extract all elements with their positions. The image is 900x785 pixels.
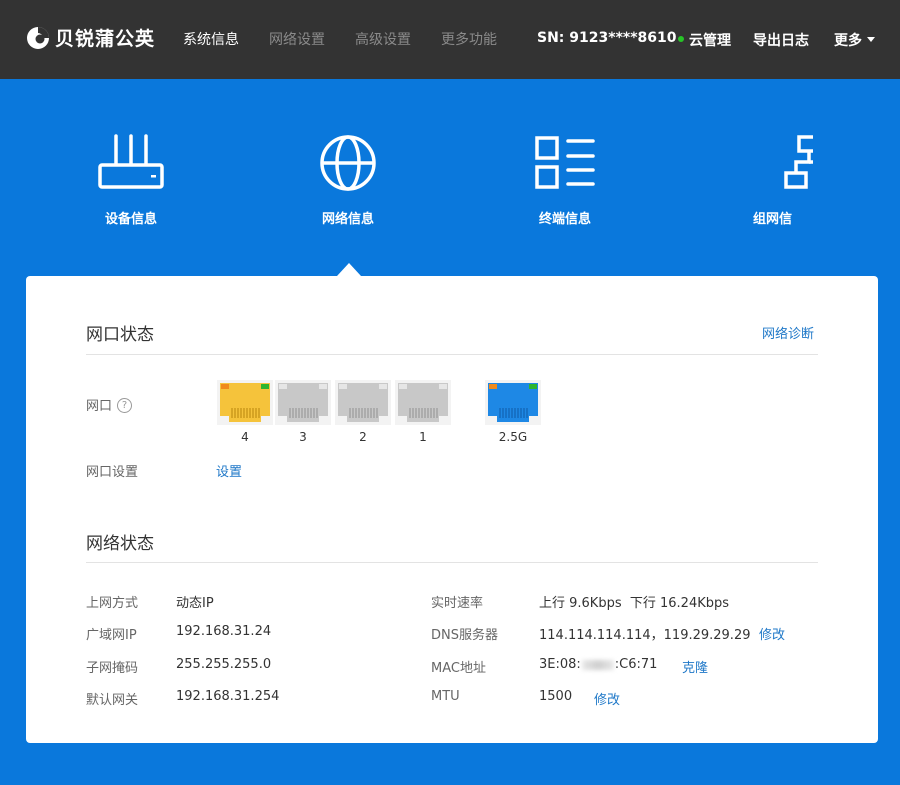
export-log-button[interactable]: 导出日志	[753, 30, 809, 50]
network-info-card: 网口状态 网络诊断 网口? 4 3 2 1 2.5G 网口设置 设置 网络状态 …	[26, 276, 878, 743]
mac-clone-link[interactable]: 克隆	[682, 657, 708, 676]
sn-value: 9123****8610	[569, 30, 677, 46]
globe-icon	[320, 135, 376, 191]
cloud-label: 云管理	[689, 33, 731, 49]
nav-network-settings[interactable]: 网络设置	[269, 29, 325, 49]
port-settings-link[interactable]: 设置	[216, 461, 242, 480]
dns-server-label: DNS服务器	[431, 628, 498, 643]
connection-type-label: 上网方式	[86, 596, 139, 611]
caret-down-icon	[867, 36, 875, 42]
ethernet-port-2[interactable]	[335, 380, 391, 425]
brand-logo[interactable]: 贝锐蒲公英	[26, 24, 155, 51]
ethernet-port-2-5g[interactable]	[485, 380, 541, 425]
nav-system-info[interactable]: 系统信息	[183, 29, 239, 49]
feature-terminal-info[interactable]: 终端信息	[505, 132, 625, 227]
top-header: 贝锐蒲公英 系统信息 网络设置 高级设置 更多功能 SN: 9123****86…	[0, 0, 900, 79]
port-number: 2.5G	[498, 430, 528, 444]
logo-icon	[27, 26, 49, 49]
realtime-speed-label: 实时速率	[431, 596, 484, 611]
port-label-text: 网口	[86, 399, 113, 414]
list-icon	[535, 136, 595, 189]
feature-label: 组网信	[753, 212, 793, 227]
port-status-title: 网口状态	[86, 325, 154, 345]
default-gateway-label: 默认网关	[86, 693, 139, 708]
feature-device-info[interactable]: 设备信息	[71, 132, 191, 227]
network-diagnose-link[interactable]: 网络诊断	[762, 323, 814, 342]
nav-more-features[interactable]: 更多功能	[441, 29, 497, 49]
dns-edit-link[interactable]: 修改	[759, 624, 785, 643]
port-settings-label: 网口设置	[86, 465, 139, 480]
ethernet-port-1[interactable]	[395, 380, 451, 425]
ethernet-port-4[interactable]	[217, 380, 273, 425]
dns-server-value: 114.114.114.114，119.29.29.29	[539, 628, 751, 643]
brand-name: 贝锐蒲公英	[55, 28, 156, 50]
nav-advanced-settings[interactable]: 高级设置	[355, 29, 411, 49]
cloud-status-dot	[678, 36, 684, 42]
port-number: 1	[419, 430, 427, 444]
wan-ip-label: 广域网IP	[86, 628, 137, 643]
network-topology-icon	[784, 135, 813, 189]
subnet-mask-value: 255.255.255.0	[176, 657, 272, 672]
card-pointer	[337, 263, 361, 276]
feature-label: 设备信息	[104, 212, 157, 227]
realtime-speed-value: 上行 9.6Kbps 下行 16.24Kbps	[539, 596, 730, 611]
default-gateway-value: 192.168.31.254	[176, 689, 280, 704]
ethernet-port-3[interactable]	[275, 380, 331, 425]
feature-label: 网络信息	[321, 212, 374, 227]
port-label: 网口?	[86, 395, 133, 414]
mtu-label: MTU	[431, 689, 460, 704]
more-menu-button[interactable]: 更多	[834, 30, 875, 50]
subnet-mask-label: 子网掩码	[86, 661, 139, 676]
divider	[86, 562, 818, 563]
help-icon[interactable]: ?	[117, 398, 133, 413]
port-number: 4	[241, 430, 249, 444]
mac-redacted	[581, 659, 614, 670]
mtu-edit-link[interactable]: 修改	[594, 689, 620, 708]
feature-networking-info[interactable]: 组网信	[722, 132, 842, 227]
mac-prefix: 3E:08:	[539, 657, 581, 672]
mac-suffix: :C6:71	[614, 657, 658, 672]
port-number: 3	[299, 430, 307, 444]
network-status-title: 网络状态	[86, 534, 154, 554]
router-icon	[98, 134, 164, 189]
more-label: 更多	[834, 33, 862, 49]
wan-ip-value: 192.168.31.24	[176, 624, 272, 639]
sn-label: SN:	[537, 30, 565, 46]
divider	[86, 354, 818, 355]
mtu-value: 1500	[539, 689, 573, 704]
feature-label: 终端信息	[538, 212, 591, 227]
connection-type-value: 动态IP	[176, 596, 214, 611]
cloud-management-button[interactable]: 云管理	[678, 30, 731, 50]
serial-number: SN: 9123****8610	[537, 30, 677, 46]
mac-address-value: 3E:08: :C6:71	[539, 657, 657, 672]
mac-address-label: MAC地址	[431, 661, 486, 676]
port-number: 2	[359, 430, 367, 444]
feature-network-info[interactable]: 网络信息	[288, 132, 408, 227]
